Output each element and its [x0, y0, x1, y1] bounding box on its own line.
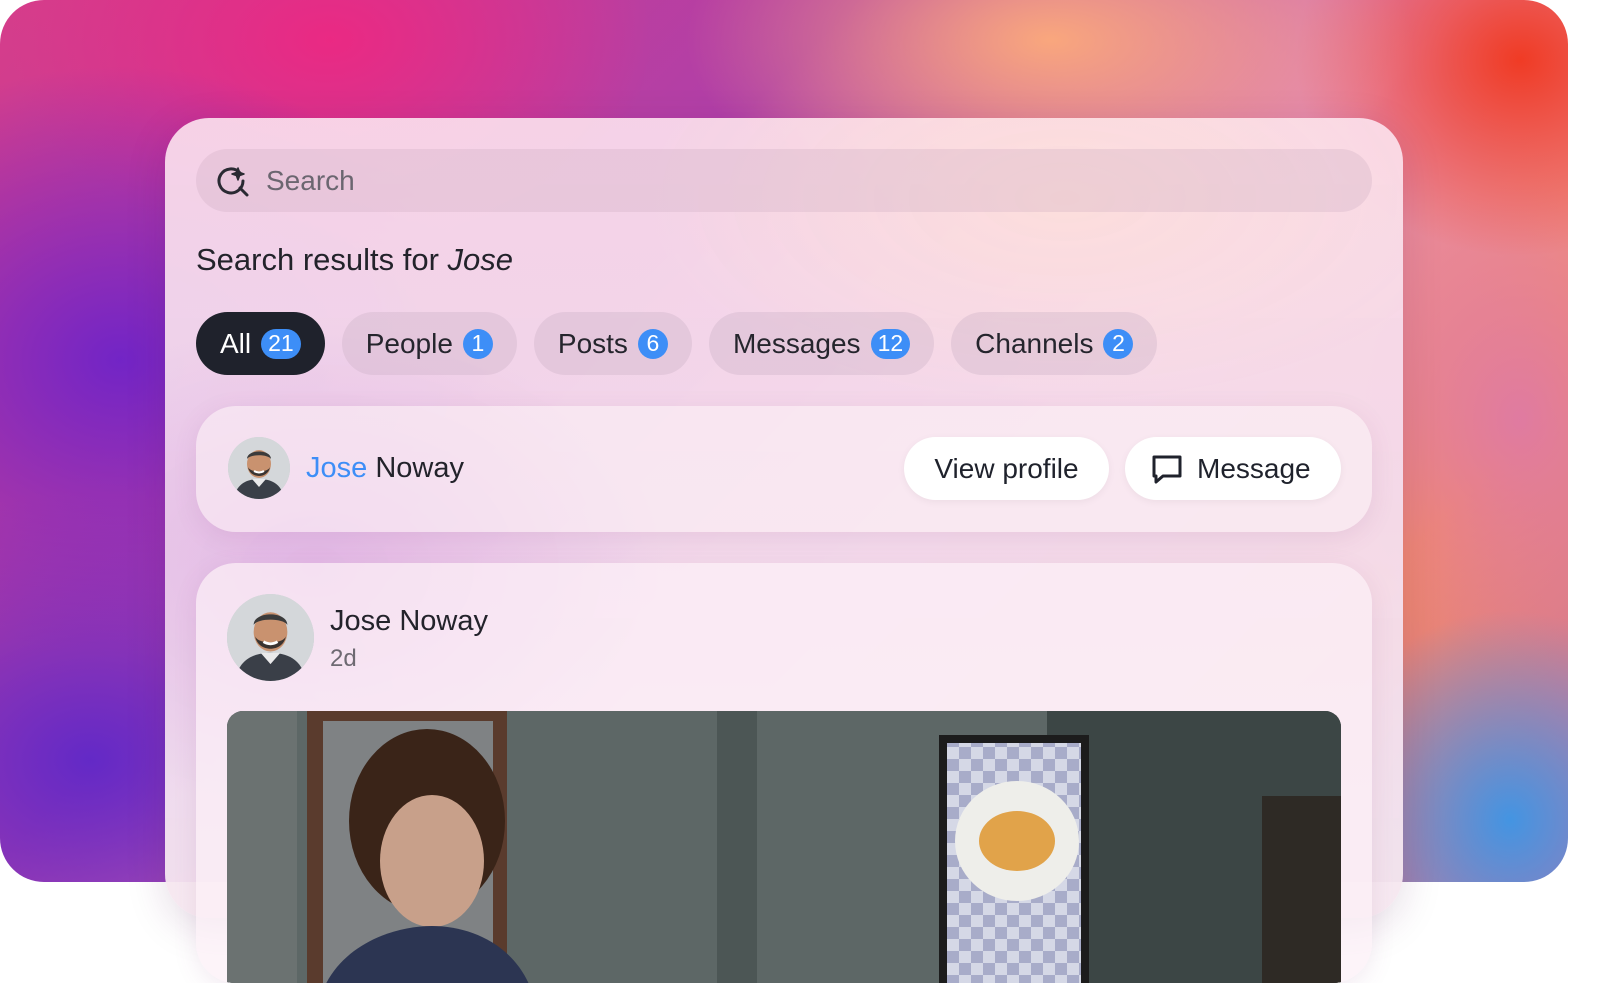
avatar[interactable]: [227, 594, 314, 681]
count-badge: 1: [462, 328, 493, 359]
count-badge: 2: [1103, 328, 1134, 359]
tab-posts[interactable]: Posts 6: [533, 312, 692, 375]
count-badge: 21: [261, 328, 301, 359]
tab-channels[interactable]: Channels 2: [951, 312, 1158, 375]
results-query: Jose: [447, 242, 514, 277]
message-label: Message: [1197, 452, 1311, 484]
count-badge: 12: [870, 328, 911, 359]
avatar[interactable]: [228, 437, 290, 499]
person-name[interactable]: Jose Noway: [306, 452, 464, 485]
search-input[interactable]: [266, 164, 1266, 197]
results-heading: Search results for Jose: [196, 242, 513, 278]
person-result-card[interactable]: Jose Noway View profile Message: [196, 406, 1372, 532]
name-rest: Noway: [367, 452, 464, 484]
view-profile-button[interactable]: View profile: [904, 437, 1109, 500]
search-bar[interactable]: [196, 149, 1372, 212]
tab-label: Channels: [975, 327, 1094, 359]
name-match-highlight: Jose: [306, 452, 368, 484]
tab-label: People: [365, 327, 453, 359]
tab-label: Posts: [557, 327, 628, 359]
post-timestamp: 2d: [330, 645, 357, 672]
tab-messages[interactable]: Messages 12: [708, 312, 935, 375]
post-author[interactable]: Jose Noway: [330, 605, 488, 638]
count-badge: 6: [637, 328, 668, 359]
tab-all[interactable]: All 21: [196, 312, 325, 375]
message-button[interactable]: Message: [1125, 437, 1341, 500]
post-result-card[interactable]: Jose Noway 2d: [196, 563, 1372, 983]
chat-bubble-icon: [1149, 451, 1185, 487]
post-image[interactable]: [227, 711, 1341, 983]
tab-label: All: [220, 327, 252, 359]
view-profile-label: View profile: [934, 452, 1079, 484]
tab-people[interactable]: People 1: [341, 312, 517, 375]
ai-search-icon: [216, 164, 250, 198]
tab-label: Messages: [732, 327, 861, 359]
results-heading-prefix: Search results for: [196, 242, 448, 277]
search-panel: Search results for Jose All 21 People 1 …: [165, 118, 1403, 983]
filter-tabs: All 21 People 1 Posts 6 Messages 12 Chan…: [196, 312, 1158, 375]
